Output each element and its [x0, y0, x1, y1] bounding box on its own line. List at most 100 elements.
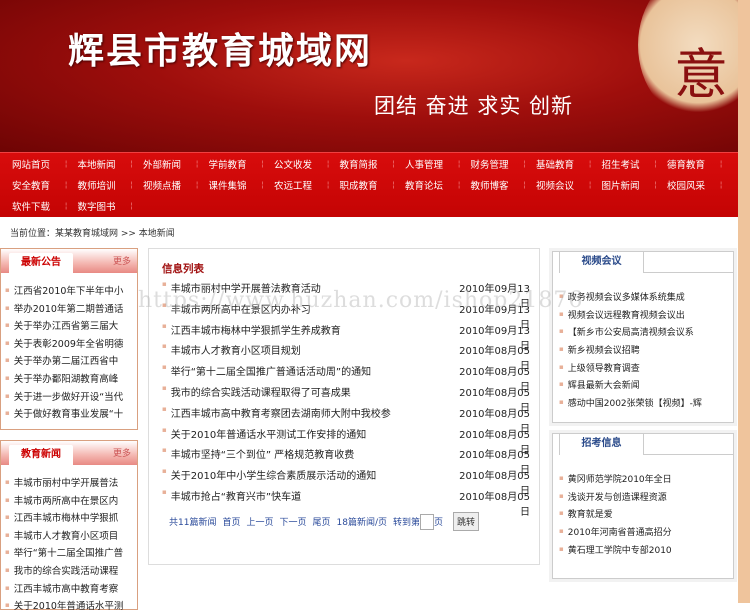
notice-title: 最新公告 — [9, 253, 73, 273]
pager-prev[interactable]: 上一页 — [246, 515, 273, 528]
side-strip — [738, 0, 750, 603]
video-list: 政务视频会议多媒体系统集成视频会议远程教育视频会议出【新乡市公安局高清视频会议系… — [559, 290, 702, 414]
nav-item[interactable]: 视频会议 — [536, 178, 602, 192]
nav-item[interactable]: 德育教育 — [667, 157, 733, 171]
info-item-title[interactable]: 江西丰城市梅林中学狠抓学生养成教育 — [171, 322, 452, 343]
exam-list: 黄冈师范学院2010年全日浅谈开发与创造课程资源教育就是爱2010年河南省普通高… — [559, 472, 672, 560]
info-item-date: 2010年08月05日 — [459, 471, 530, 498]
pager-first[interactable]: 首页 — [222, 515, 240, 528]
nav-item[interactable]: 学前教育 — [209, 157, 275, 171]
info-item-title[interactable]: 丰城市人才教育小区项目规划 — [171, 342, 452, 363]
list-item[interactable]: 我市的综合实践活动课程 — [5, 563, 137, 581]
list-item[interactable]: 丰城市丽村中学开展普法 — [5, 475, 137, 493]
info-list-item[interactable]: 我市的综合实践活动课程取得了可喜成果 2010年08月05日 — [162, 384, 530, 414]
breadcrumb: 当前位置：某某教育城域网 >> 本地新闻 — [10, 229, 175, 239]
info-list-item[interactable]: 江西丰城市高中教育考察团去湖南师大附中我校参 2010年08月05日 — [162, 405, 530, 435]
info-item-date: 2010年08月05日 — [459, 408, 530, 435]
list-item[interactable]: 丰城市两所高中在景区内 — [5, 493, 137, 511]
nav-item[interactable]: 教育论坛 — [405, 178, 471, 192]
list-item[interactable]: 黄石理工学院中专部2010 — [559, 543, 672, 561]
info-list-item[interactable]: 丰城市两所高中在景区内办补习 2010年09月13日 — [162, 301, 530, 331]
info-item-title[interactable]: 丰城市坚持“三个到位” 严格规范教育收费 — [171, 446, 452, 467]
notice-more-link[interactable]: 更多 — [113, 254, 131, 267]
nav-item[interactable]: 教师培训 — [78, 178, 144, 192]
list-item[interactable]: 【新乡市公安局高清视频会议系 — [559, 325, 702, 343]
nav-item[interactable]: 网站首页 — [12, 157, 78, 171]
pager-per-page: 18篇新闻/页 — [336, 518, 388, 528]
info-item-title[interactable]: 江西丰城市高中教育考察团去湖南师大附中我校参 — [171, 405, 452, 426]
page-number-input[interactable] — [420, 513, 435, 530]
nav-item[interactable]: 职成教育 — [340, 178, 406, 192]
info-item-date: 2010年08月05日 — [459, 429, 530, 456]
info-list-item[interactable]: 江西丰城市梅林中学狠抓学生养成教育 2010年09月13日 — [162, 322, 530, 352]
pager-next[interactable]: 下一页 — [279, 515, 306, 528]
info-list-item[interactable]: 关于2010年普通话水平测试工作安排的通知 2010年08月05日 — [162, 426, 530, 456]
nav-item[interactable]: 教师博客 — [471, 178, 537, 192]
list-item[interactable]: 关于表彰2009年全省明德 — [5, 336, 137, 354]
site-title: 辉县市教育城域网 — [68, 31, 373, 72]
pager-page-label: 页 — [434, 518, 444, 528]
info-item-title[interactable]: 丰城市两所高中在景区内办补习 — [171, 301, 452, 322]
list-item[interactable]: 举行“第十二届全国推广普 — [5, 545, 137, 563]
info-item-title[interactable]: 丰城市抢占“教育兴市”快车道 — [171, 488, 452, 509]
info-list-item[interactable]: 关于2010年中小学生综合素质展示活动的通知 2010年08月05日 — [162, 467, 530, 498]
nav-item[interactable]: 财务管理 — [471, 157, 537, 171]
info-item-title[interactable]: 丰城市丽村中学开展普法教育活动 — [171, 280, 452, 301]
list-item[interactable]: 辉县最新大会新闻 — [559, 378, 702, 396]
jump-button[interactable]: 跳转 — [453, 512, 480, 531]
site-slogan: 团结 奋进 求实 创新 — [374, 94, 574, 118]
list-item[interactable]: 举办2010年第二期普通话 — [5, 301, 137, 319]
list-item[interactable]: 关于举办第二届江西省中 — [5, 353, 137, 371]
list-item[interactable]: 江西丰城市高中教育考察 — [5, 581, 137, 599]
list-item[interactable]: 浅谈开发与创造课程资源 — [559, 490, 672, 508]
pager-last[interactable]: 尾页 — [313, 515, 331, 528]
list-item[interactable]: 感动中国2002张荣锁【视频】-辉 — [559, 396, 702, 414]
info-list-item[interactable]: 举行“第十二届全国推广普通话活动周”的通知 2010年08月05日 — [162, 363, 530, 393]
nav-item[interactable]: 数字图书 — [78, 199, 144, 213]
nav-item[interactable]: 安全教育 — [12, 178, 78, 192]
list-item[interactable]: 江西省2010年下半年中小 — [5, 283, 137, 301]
exam-title: 招考信息 — [559, 433, 644, 455]
info-list-item[interactable]: 丰城市人才教育小区项目规划 2010年08月05日 — [162, 342, 530, 372]
nav-item[interactable]: 本地新闻 — [78, 157, 144, 171]
edu-news-list: 丰城市丽村中学开展普法丰城市两所高中在景区内江西丰城市梅林中学狠抓丰城市人才教育… — [1, 465, 137, 616]
list-item[interactable]: 关于举办江西省第三届大 — [5, 318, 137, 336]
list-item[interactable]: 视频会议远程教育视频会议出 — [559, 308, 702, 326]
nav-item[interactable]: 公文收发 — [274, 157, 340, 171]
list-item[interactable]: 关于举办鄱阳湖教育高峰 — [5, 371, 137, 389]
info-item-title[interactable]: 关于2010年中小学生综合素质展示活动的通知 — [171, 467, 452, 488]
list-item[interactable]: 2010年河南省普通高招分 — [559, 525, 672, 543]
list-item[interactable]: 政务视频会议多媒体系统集成 — [559, 290, 702, 308]
nav-item[interactable]: 外部新闻 — [143, 157, 209, 171]
nav-item[interactable]: 校园风采 — [667, 178, 733, 192]
nav-item[interactable]: 课件集锦 — [209, 178, 275, 192]
info-item-date: 2010年09月13日 — [459, 325, 530, 352]
nav-item[interactable]: 基础教育 — [536, 157, 602, 171]
info-item-title[interactable]: 我市的综合实践活动课程取得了可喜成果 — [171, 384, 452, 405]
info-list-item[interactable]: 丰城市抢占“教育兴市”快车道 2010年08月05日 — [162, 488, 530, 518]
list-item[interactable]: 关于做好教育事业发展“十 — [5, 406, 137, 424]
info-item-title[interactable]: 关于2010年普通话水平测试工作安排的通知 — [171, 426, 452, 447]
nav-item[interactable]: 视频点播 — [143, 178, 209, 192]
list-item[interactable]: 上级领导教育调查 — [559, 361, 702, 379]
nav-item[interactable]: 图片新闻 — [602, 178, 668, 192]
info-list-panel: 信息列表 丰城市丽村中学开展普法教育活动 2010年09月13日丰城市两所高中在景… — [148, 248, 540, 565]
info-item-title[interactable]: 举行“第十二届全国推广普通话活动周”的通知 — [171, 363, 452, 384]
list-item[interactable]: 教育就是爱 — [559, 507, 672, 525]
info-item-date: 2010年08月05日 — [459, 450, 530, 477]
list-item[interactable]: 新乡视频会议招聘 — [559, 343, 702, 361]
edu-news-more-link[interactable]: 更多 — [113, 446, 131, 459]
nav-item[interactable]: 软件下载 — [12, 199, 78, 213]
info-list-item[interactable]: 丰城市丽村中学开展普法教育活动 2010年09月13日 — [162, 280, 530, 310]
list-item[interactable]: 黄冈师范学院2010年全日 — [559, 472, 672, 490]
nav-item[interactable]: 招生考试 — [602, 157, 668, 171]
decoration-char: 意 — [674, 43, 728, 106]
info-list-item[interactable]: 丰城市坚持“三个到位” 严格规范教育收费 2010年08月05日 — [162, 446, 530, 477]
list-item[interactable]: 丰城市人才教育小区项目 — [5, 528, 137, 546]
list-item[interactable]: 关于2010年普通话水平测 — [5, 598, 137, 616]
nav-item[interactable]: 教育简报 — [340, 157, 406, 171]
nav-item[interactable]: 农远工程 — [274, 178, 340, 192]
nav-item[interactable]: 人事管理 — [405, 157, 471, 171]
list-item[interactable]: 关于进一步做好开设“当代 — [5, 389, 137, 407]
list-item[interactable]: 江西丰城市梅林中学狠抓 — [5, 510, 137, 528]
